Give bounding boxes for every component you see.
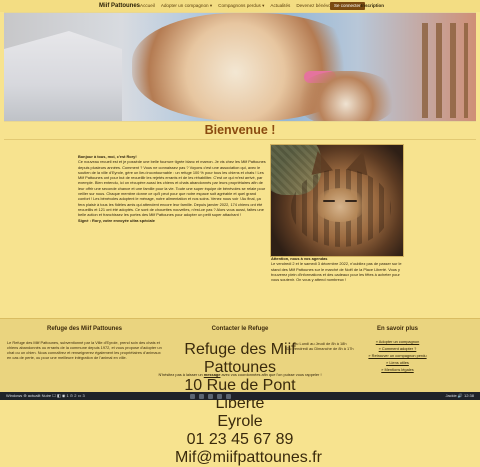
- footer-col-contact: Contacter le Refuge: [175, 326, 305, 332]
- footer-contact-address2: Eyrole: [217, 413, 263, 430]
- top-navbar: Miif Pattounes Accueil Adopter un compag…: [0, 0, 480, 12]
- footer-link-perdu[interactable]: » Retrouver un compagnon perdu: [320, 353, 475, 359]
- footer-bottom-text-2: avec vos coordonnées afin que l'on puiss…: [220, 372, 322, 377]
- footer-contact-details: Refuge des Miif Pattounes 10 Rue de Pont…: [175, 341, 322, 467]
- taskbar-app-icon[interactable]: [199, 393, 204, 399]
- footer-contact-phone[interactable]: 01 23 45 67 89: [175, 431, 305, 449]
- nav-item-benevole[interactable]: Devenez bénévole: [296, 3, 334, 9]
- taskbar-app-icon[interactable]: [217, 393, 222, 399]
- footer-bottom-text-1: N'hésitez pas à laisser un: [158, 372, 204, 377]
- footer-contact-title: Contacter le Refuge: [211, 326, 269, 332]
- taskbar-icons: [190, 392, 231, 399]
- taskbar-left[interactable]: Windows ⊕ actualit Nuire ☐ ◧ ◉ 1 ⊙ 2 ▭ 3: [6, 392, 85, 400]
- cat-eye-left: [323, 200, 335, 202]
- footer-about-text: Le Refuge des Miif Pattounes, subvention…: [7, 340, 162, 361]
- footer: Refuge des Miif Pattounes Le Refuge des …: [0, 318, 480, 466]
- title-divider: [4, 139, 476, 140]
- intro-paragraph: Ce nouveau recueil est et je possède une…: [78, 159, 266, 218]
- taskbar-app-icon[interactable]: [190, 393, 195, 399]
- taskbar-app-icon[interactable]: [208, 393, 213, 399]
- footer-col-links: En savoir plus » Adopter un compagnon » …: [320, 326, 475, 373]
- footer-contact-email[interactable]: Mif@miifpattounes.fr: [175, 449, 322, 467]
- login-button[interactable]: Se connecter: [330, 2, 365, 10]
- event-caption: Attention, nous à vos agendas Le vendred…: [271, 256, 406, 282]
- footer-link-liens[interactable]: » Liens utiles: [320, 360, 475, 366]
- intro-signature: Signé : Rory, votre envoyée ultra spécia…: [78, 217, 155, 223]
- nav-item-accueil[interactable]: Accueil: [140, 3, 155, 9]
- page-title: Bienvenue !: [204, 123, 276, 137]
- footer-col-about: Refuge des Miif Pattounes Le Refuge des …: [7, 326, 162, 360]
- footer-links-list: » Adopter un compagnon » Comment adopter…: [320, 339, 475, 373]
- register-link[interactable]: Inscription: [361, 3, 384, 8]
- footer-links-title: En savoir plus: [376, 326, 418, 332]
- hero-house-shape: [4, 31, 122, 121]
- hero-image: [4, 12, 476, 122]
- cat-face: [314, 188, 366, 222]
- hero-cat-shape: [296, 71, 396, 121]
- footer-link-comment-adopter[interactable]: » Comment adopter ?: [320, 346, 475, 352]
- sleeping-cat-image: [270, 144, 404, 257]
- footer-bottom-note: N'hésitez pas à laisser un message avec …: [0, 372, 480, 377]
- event-caption-text: Le vendredi 2 et le samedi 3 décembre 20…: [271, 261, 402, 283]
- taskbar-right[interactable]: Jackie 🔊 12:38: [445, 392, 474, 400]
- nav-item-adopter[interactable]: Adopter un compagnon ▾: [161, 3, 212, 9]
- nav-item-perdus[interactable]: Compagnons perdus ▾: [218, 3, 264, 9]
- cat-eye-right: [345, 200, 357, 202]
- footer-message-link[interactable]: message: [204, 372, 221, 377]
- brand-logo-text[interactable]: Miif Pattounes: [99, 3, 140, 9]
- nav-item-actualites[interactable]: Actualités: [270, 3, 290, 9]
- hero-fence-shape: [422, 23, 468, 118]
- footer-about-title: Refuge des Miif Pattounes: [46, 326, 122, 332]
- intro-text-block: Bonjour à tous, moi, c'est Rory! Ce nouv…: [78, 154, 268, 223]
- footer-link-adopter[interactable]: » Adopter un compagnon: [320, 339, 475, 345]
- nav-menu: Accueil Adopter un compagnon ▾ Compagnon…: [140, 3, 356, 9]
- os-taskbar: Windows ⊕ actualit Nuire ☐ ◧ ◉ 1 ⊙ 2 ▭ 3…: [0, 392, 480, 400]
- taskbar-app-icon[interactable]: [226, 393, 231, 399]
